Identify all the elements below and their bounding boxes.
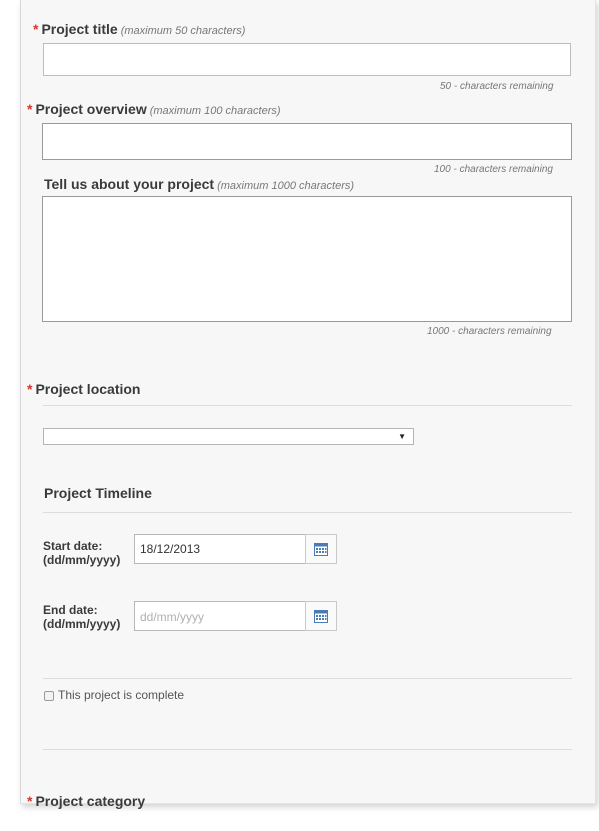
calendar-icon	[314, 610, 328, 623]
start-date-calendar-button[interactable]	[305, 534, 337, 564]
project-title-label: * Project title (maximum 50 characters)	[33, 21, 245, 37]
start-date-label-line2: (dd/mm/yyyy)	[43, 553, 121, 567]
project-overview-counter: 100 - characters remaining	[434, 164, 553, 175]
required-mark: *	[27, 381, 33, 397]
start-date-label: Start date: (dd/mm/yyyy)	[43, 539, 120, 567]
end-date-label-line2: (dd/mm/yyyy)	[43, 617, 121, 631]
end-date-input[interactable]: dd/mm/yyyy	[134, 601, 306, 631]
checkbox-top-divider	[43, 678, 572, 679]
project-complete-checkbox[interactable]	[44, 691, 54, 701]
project-form-panel	[20, 0, 596, 804]
project-category-label: * Project category	[27, 793, 145, 809]
timeline-divider	[43, 512, 572, 513]
project-location-label-text: Project location	[35, 381, 141, 397]
project-category-label-text: Project category	[35, 793, 146, 809]
required-mark: *	[27, 793, 33, 809]
location-divider	[43, 405, 572, 406]
project-title-hint: (maximum 50 characters)	[120, 25, 246, 37]
calendar-icon	[314, 543, 328, 556]
start-date-label-line1: Start date:	[43, 539, 103, 553]
end-date-label-line1: End date:	[43, 603, 98, 617]
project-description-label-text: Tell us about your project	[44, 176, 215, 192]
checkbox-bottom-divider	[43, 749, 572, 750]
project-overview-input[interactable]	[42, 123, 572, 160]
project-title-input[interactable]	[43, 43, 571, 76]
project-overview-hint: (maximum 100 characters)	[149, 105, 281, 117]
project-overview-label-text: Project overview	[35, 101, 147, 117]
end-date-calendar-button[interactable]	[305, 601, 337, 631]
project-description-label: Tell us about your project (maximum 1000 …	[44, 176, 354, 192]
project-complete-label[interactable]: This project is complete	[58, 688, 184, 702]
project-title-counter: 50 - characters remaining	[440, 81, 554, 92]
end-date-label: End date: (dd/mm/yyyy)	[43, 603, 120, 631]
project-timeline-title: Project Timeline	[44, 485, 152, 501]
required-mark: *	[27, 101, 33, 117]
dropdown-arrow-icon: ▼	[398, 432, 406, 441]
project-location-label: * Project location	[27, 381, 140, 397]
project-title-label-text: Project title	[41, 21, 118, 37]
project-overview-label: * Project overview (maximum 100 characters…	[27, 101, 281, 117]
project-description-textarea[interactable]	[42, 196, 572, 322]
project-description-counter: 1000 - characters remaining	[427, 326, 552, 337]
required-mark: *	[33, 21, 39, 37]
project-description-hint: (maximum 1000 characters)	[217, 180, 355, 192]
project-location-select[interactable]: ▼	[43, 428, 414, 445]
start-date-input[interactable]: 18/12/2013	[134, 534, 306, 564]
